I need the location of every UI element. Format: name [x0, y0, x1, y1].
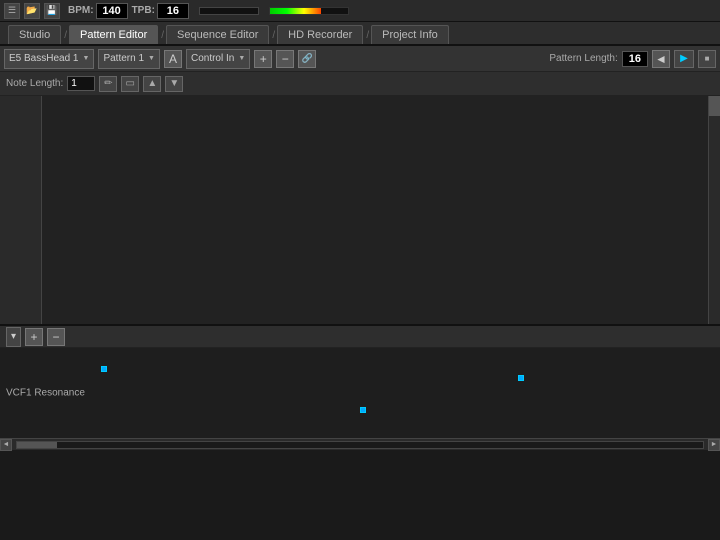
- bottom-scrollbar: ◄ ►: [0, 438, 720, 450]
- bpm-value[interactable]: 140: [96, 3, 128, 19]
- automation-dropdown[interactable]: ▾: [6, 327, 21, 347]
- link-btn[interactable]: 🔗: [298, 50, 316, 68]
- instrument-label: E5 BassHead 1: [9, 53, 79, 64]
- pattern-length-value[interactable]: 16: [622, 51, 648, 67]
- scroll-left-btn[interactable]: ◄: [0, 439, 12, 451]
- grid-canvas: [42, 96, 708, 324]
- triangle-up-btn[interactable]: ▲: [143, 76, 161, 92]
- save-icon[interactable]: 💾: [44, 3, 60, 19]
- auto-dot-1: [101, 366, 107, 372]
- control-dropdown-arrow: ▼: [238, 55, 245, 62]
- scroll-thumb[interactable]: [17, 442, 57, 448]
- tab-project-info[interactable]: Project Info: [371, 25, 449, 44]
- scroll-right-btn[interactable]: ►: [708, 439, 720, 451]
- tab-sep-2: /: [159, 27, 166, 44]
- play-btn[interactable]: ▶: [674, 50, 694, 68]
- auto-dot-2: [360, 407, 366, 413]
- top-toolbar: ☰ 📂 💾 BPM: 140 TPB: 16: [0, 0, 720, 22]
- pattern-dropdown[interactable]: Pattern 1 ▼: [98, 49, 160, 69]
- tab-sequence-editor[interactable]: Sequence Editor: [166, 25, 269, 44]
- tab-sep-3: /: [270, 27, 277, 44]
- piano-roll-container: [0, 96, 720, 326]
- automation-dropdown-label: ▾: [11, 331, 16, 342]
- add-pattern-btn[interactable]: +: [254, 50, 272, 68]
- rect-tool-btn[interactable]: ▭: [121, 76, 139, 92]
- tab-sep-4: /: [364, 27, 371, 44]
- pattern-label: Pattern 1: [103, 53, 144, 64]
- bpm-section: BPM: 140: [68, 3, 128, 19]
- note-length-label: Note Length:: [6, 78, 63, 89]
- tpb-label: TPB:: [132, 5, 155, 16]
- instrument-dropdown-arrow: ▼: [83, 55, 90, 62]
- stop-btn[interactable]: ■: [698, 50, 716, 68]
- triangle-down-btn[interactable]: ▼: [165, 76, 183, 92]
- tab-bar: Studio / Pattern Editor / Sequence Edito…: [0, 22, 720, 46]
- auto-dot-3: [518, 375, 524, 381]
- decrement-length-btn[interactable]: ◄: [652, 50, 670, 68]
- add-automation-btn[interactable]: +: [25, 328, 43, 346]
- scroll-track[interactable]: [16, 441, 704, 449]
- automation-track-label: VCF1 Resonance: [6, 388, 85, 399]
- tab-hd-recorder[interactable]: HD Recorder: [277, 25, 363, 44]
- pencil-tool-btn[interactable]: ✏: [99, 76, 117, 92]
- tab-pattern-editor[interactable]: Pattern Editor: [69, 25, 158, 44]
- automation-bar: ▾ + −: [0, 326, 720, 348]
- tab-sep-1: /: [62, 27, 69, 44]
- automation-area[interactable]: VCF1 Resonance: [0, 348, 720, 438]
- note-length-input[interactable]: [67, 76, 95, 91]
- note-mode-btn[interactable]: A: [164, 50, 182, 68]
- remove-automation-btn[interactable]: −: [47, 328, 65, 346]
- piano-keys: [0, 96, 42, 324]
- control-dropdown[interactable]: Control In ▼: [186, 49, 250, 69]
- menu-icon[interactable]: ☰: [4, 3, 20, 19]
- vertical-scrollbar[interactable]: [708, 96, 720, 324]
- transport-slider[interactable]: [199, 7, 259, 15]
- remove-pattern-btn[interactable]: −: [276, 50, 294, 68]
- pattern-length-label: Pattern Length:: [549, 53, 617, 64]
- bpm-label: BPM:: [68, 5, 94, 16]
- pattern-dropdown-arrow: ▼: [148, 55, 155, 62]
- tpb-section: TPB: 16: [132, 3, 189, 19]
- tpb-value[interactable]: 16: [157, 3, 189, 19]
- level-meter: [269, 7, 349, 15]
- level-meter-fill: [270, 8, 321, 14]
- scrollbar-thumb[interactable]: [709, 96, 720, 116]
- note-length-row: Note Length: ✏ ▭ ▲ ▼: [0, 72, 720, 96]
- open-icon[interactable]: 📂: [24, 3, 40, 19]
- grid-area[interactable]: [42, 96, 708, 324]
- instrument-dropdown[interactable]: E5 BassHead 1 ▼: [4, 49, 94, 69]
- control-label: Control In: [191, 53, 234, 64]
- tab-studio[interactable]: Studio: [8, 25, 61, 44]
- pattern-controls: E5 BassHead 1 ▼ Pattern 1 ▼ A Control In…: [0, 46, 720, 72]
